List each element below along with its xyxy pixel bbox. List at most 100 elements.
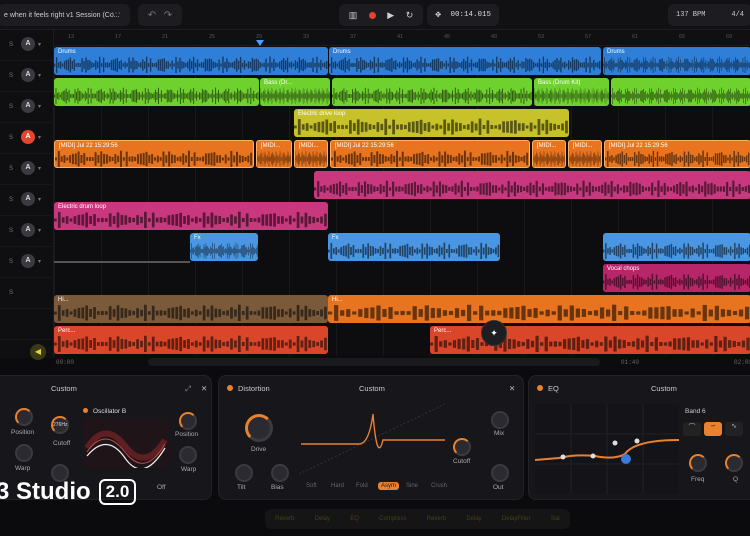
fx-slot[interactable]: Delay (315, 516, 330, 522)
audio-clip[interactable]: [MIDI... (294, 140, 328, 168)
mix-knob[interactable] (491, 411, 509, 429)
horizontal-scrollbar[interactable] (148, 358, 600, 366)
audio-clip[interactable]: Drums (54, 47, 328, 75)
distortion-preset[interactable]: Custom (359, 384, 385, 393)
arm-button[interactable]: A (21, 192, 35, 206)
bell-icon[interactable]: ∽ (704, 422, 722, 436)
arm-button[interactable]: A (21, 99, 35, 113)
audio-clip[interactable]: Bass (Drum Kit) (534, 78, 609, 106)
redo-icon[interactable]: ↷ (164, 10, 172, 21)
audio-clip[interactable]: [MIDI... (568, 140, 602, 168)
audio-clip[interactable]: Electric drive loop (294, 109, 569, 137)
chevron-down-icon[interactable]: ▾ (38, 227, 41, 234)
arm-button[interactable]: A (21, 161, 35, 175)
audio-clip[interactable]: Fx (190, 233, 258, 261)
out-knob[interactable] (491, 464, 509, 482)
chevron-down-icon[interactable]: ▾ (38, 258, 41, 265)
chevron-down-icon[interactable]: ▾ (38, 103, 41, 110)
mode-chip[interactable]: Hard (328, 482, 347, 490)
audio-clip[interactable] (314, 171, 750, 199)
arm-button[interactable]: A (21, 68, 35, 82)
audio-clip[interactable]: Perc... (54, 326, 328, 354)
solo-button[interactable]: S (9, 42, 13, 48)
solo-button[interactable]: S (9, 104, 13, 110)
audio-clip[interactable]: Hi... (54, 295, 328, 323)
solo-button[interactable]: S (9, 73, 13, 79)
bias-knob[interactable] (271, 464, 289, 482)
eq-power-icon[interactable] (537, 385, 543, 391)
chevron-down-icon[interactable]: ▾ (38, 72, 41, 79)
arm-button[interactable]: A (21, 130, 35, 144)
position-knob-b[interactable] (179, 412, 197, 430)
audio-clip[interactable]: Bass (Dr... (260, 78, 330, 106)
distortion-power-icon[interactable] (227, 385, 233, 391)
bar-ruler[interactable]: 13 17 21 25 29 33 37 41 45 49 53 57 61 65 69 (54, 30, 750, 46)
mode-chip[interactable]: Soft (303, 482, 320, 490)
move-icon[interactable]: ✥ (435, 10, 441, 20)
q-knob[interactable] (725, 454, 743, 472)
track-header[interactable] (0, 309, 54, 340)
drive-knob[interactable] (245, 414, 273, 442)
audio-clip[interactable]: [MIDI] Jul 22 15:29:56 (330, 140, 530, 168)
fx-slot[interactable]: Reverb (427, 516, 446, 522)
mode-chip[interactable]: Sine (403, 482, 421, 490)
session-title-pill[interactable]: e when it feels right v1 Session (Co... … (0, 4, 130, 26)
solo-button[interactable]: S (9, 166, 13, 172)
arm-button[interactable]: A (21, 254, 35, 268)
track-header[interactable]: S A ▾ (0, 247, 54, 278)
track-header[interactable]: S A ▾ (0, 154, 54, 185)
fx-slot[interactable]: Sat (551, 516, 560, 522)
speaker-icon[interactable]: ◀ (30, 344, 46, 360)
tempo-display[interactable]: 137 BPM 4/4 (668, 4, 750, 26)
fx-slot[interactable]: EQ (350, 516, 359, 522)
warp-knob-a[interactable] (15, 444, 33, 462)
audio-clip[interactable] (54, 78, 259, 106)
cutoff-knob-dist[interactable] (453, 438, 471, 456)
cutoff-knob[interactable]: 276Hz (51, 416, 69, 434)
audio-clip[interactable]: [MIDI... (256, 140, 292, 168)
audio-clip[interactable]: Vocal chops (603, 264, 750, 292)
mode-chip[interactable]: Crush (428, 482, 450, 490)
warp-knob-b[interactable] (179, 446, 197, 464)
mode-chip[interactable]: Asym (378, 482, 399, 490)
off-selector[interactable]: Off (157, 484, 166, 491)
track-header[interactable]: S (0, 278, 54, 309)
audio-clip[interactable]: Drums (329, 47, 601, 75)
chevron-down-icon[interactable]: ▾ (38, 165, 41, 172)
notch-icon[interactable]: ∿ (725, 422, 743, 436)
track-header[interactable]: S A ▾ (0, 216, 54, 247)
audio-clip[interactable]: [MIDI] Jul 22 15:29:56 (604, 140, 750, 168)
distortion-close-icon[interactable]: ✕ (509, 384, 515, 393)
audio-clip[interactable]: Perc... (430, 326, 750, 354)
track-header[interactable]: S A ▾ (0, 185, 54, 216)
synth-preset[interactable]: Custom (51, 384, 77, 393)
undo-icon[interactable]: ↶ (148, 10, 156, 21)
audio-clip[interactable]: Fx (328, 233, 500, 261)
audio-clip[interactable] (332, 78, 532, 106)
fx-slot[interactable]: Reverb (275, 516, 294, 522)
play-icon[interactable]: ▶ (387, 10, 394, 21)
track-header[interactable]: S A ▾ (0, 61, 54, 92)
ellipsis-icon[interactable]: ⋯ (111, 8, 122, 19)
solo-button[interactable]: S (9, 197, 13, 203)
track-header[interactable]: S A ▾ (0, 92, 54, 123)
audio-clip[interactable]: Drums (603, 47, 750, 75)
fx-slot[interactable]: DelayFilter (502, 516, 531, 522)
expand-icon[interactable]: ⤢ (185, 384, 191, 394)
chevron-down-icon[interactable]: ▾ (38, 196, 41, 203)
solo-button[interactable]: S (9, 228, 13, 234)
close-icon[interactable]: ✕ (201, 384, 207, 393)
arm-button[interactable]: A (21, 223, 35, 237)
audio-clip[interactable]: Hi... (328, 295, 750, 323)
position-knob-a[interactable] (15, 408, 33, 426)
mixer-icon[interactable]: ▥ (349, 10, 358, 21)
freq-knob[interactable] (689, 454, 707, 472)
band-label[interactable]: Band 6 (685, 408, 706, 415)
eq-graph[interactable] (535, 404, 679, 494)
audio-clip[interactable] (603, 233, 750, 261)
chevron-down-icon[interactable]: ▾ (38, 41, 41, 48)
fx-slot[interactable]: Compress (379, 516, 406, 522)
mode-chip[interactable]: Fold (353, 482, 371, 490)
arm-button[interactable]: A (21, 37, 35, 51)
audio-clip[interactable]: [MIDI] Jul 22 15:29:56 (54, 140, 254, 168)
